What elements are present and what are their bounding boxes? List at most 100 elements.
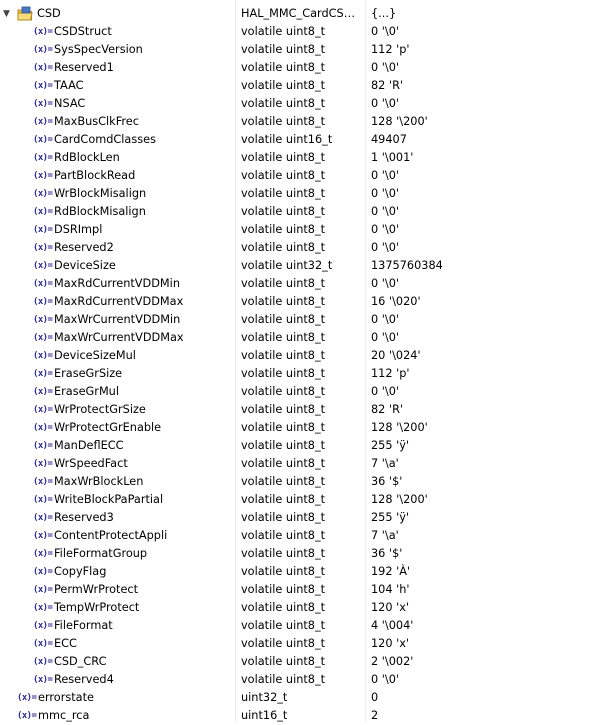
variable-value[interactable]: 192 'À' — [371, 563, 591, 581]
variable-value[interactable]: 36 '$' — [371, 545, 591, 563]
tree-row-field[interactable]: (x)= TAAC volatile uint8_t 82 'R' — [0, 77, 598, 95]
variable-type: volatile uint8_t — [241, 295, 326, 308]
tree-row-field[interactable]: (x)= Reserved3 volatile uint8_t 255 'ÿ' — [0, 509, 598, 527]
tree-row-variable[interactable]: (x)= errorstate uint32_t 0 — [0, 689, 598, 707]
variable-type: volatile uint8_t — [241, 151, 326, 164]
variable-value[interactable]: 0 '\0' — [371, 167, 591, 185]
variable-icon: (x)= — [33, 477, 53, 487]
variable-name: Reserved4 — [54, 673, 114, 686]
tree-row-field[interactable]: (x)= Reserved4 volatile uint8_t 0 '\0' — [0, 671, 598, 689]
tree-row-field[interactable]: (x)= PermWrProtect volatile uint8_t 104 'h' — [0, 581, 598, 599]
tree-row-field[interactable]: (x)= PartBlockRead volatile uint8_t 0 '\0' — [0, 167, 598, 185]
variable-value[interactable]: 0 '\0' — [371, 671, 591, 689]
variable-value[interactable]: 0 '\0' — [371, 275, 591, 293]
variable-icon: (x)= — [33, 621, 53, 631]
variable-value[interactable]: 128 '\200' — [371, 419, 591, 437]
variable-value[interactable]: 0 '\0' — [371, 383, 591, 401]
variable-type: volatile uint8_t — [241, 349, 326, 362]
variable-type: volatile uint8_t — [241, 205, 326, 218]
tree-row-field[interactable]: (x)= SysSpecVersion volatile uint8_t 112 'p… — [0, 41, 598, 59]
name-cell: (x)= DeviceSize — [0, 257, 234, 275]
tree-row-field[interactable]: (x)= FileFormatGroup volatile uint8_t 36 '$… — [0, 545, 598, 563]
variable-value[interactable]: 128 '\200' — [371, 113, 591, 131]
variable-value[interactable]: 128 '\200' — [371, 491, 591, 509]
tree-row-csd[interactable]: ▼ CSD HAL_MMC_CardCSD... {...} — [0, 5, 598, 23]
variable-value[interactable]: 112 'p' — [371, 41, 591, 59]
tree-row-field[interactable]: (x)= NSAC volatile uint8_t 0 '\0' — [0, 95, 598, 113]
tree-row-variable[interactable]: (x)= mmc_rca uint16_t 2 — [0, 707, 598, 725]
tree-row-field[interactable]: (x)= MaxRdCurrentVDDMax volatile uint8_t 16… — [0, 293, 598, 311]
tree-row-field[interactable]: (x)= Reserved1 volatile uint8_t 0 '\0' — [0, 59, 598, 77]
variable-value[interactable]: 0 '\0' — [371, 221, 591, 239]
variable-value[interactable]: 0 — [371, 689, 591, 707]
tree-row-field[interactable]: (x)= WriteBlockPaPartial volatile uint8_t 1… — [0, 491, 598, 509]
variable-value[interactable]: 4 '\004' — [371, 617, 591, 635]
variable-value[interactable]: 82 'R' — [371, 77, 591, 95]
variable-type: volatile uint32_t — [241, 259, 333, 272]
name-cell: (x)= ManDeflECC — [0, 437, 234, 455]
variable-value[interactable]: {...} — [371, 5, 591, 23]
variable-value[interactable]: 49407 — [371, 131, 591, 149]
variable-icon: (x)= — [33, 657, 53, 667]
tree-row-field[interactable]: (x)= MaxWrBlockLen volatile uint8_t 36 '$' — [0, 473, 598, 491]
tree-row-field[interactable]: (x)= WrProtectGrSize volatile uint8_t 82 'R… — [0, 401, 598, 419]
variable-value[interactable]: 2 — [371, 707, 591, 725]
tree-row-field[interactable]: (x)= CopyFlag volatile uint8_t 192 'À' — [0, 563, 598, 581]
tree-row-field[interactable]: (x)= ManDeflECC volatile uint8_t 255 'ÿ' — [0, 437, 598, 455]
variable-value[interactable]: 1375760384 — [371, 257, 591, 275]
variable-value[interactable]: 2 '\002' — [371, 653, 591, 671]
tree-row-field[interactable]: (x)= MaxWrCurrentVDDMax volatile uint8_t 0 … — [0, 329, 598, 347]
variable-value[interactable]: 7 '\a' — [371, 527, 591, 545]
variable-value[interactable]: 20 '\024' — [371, 347, 591, 365]
tree-row-field[interactable]: (x)= WrProtectGrEnable volatile uint8_t 128… — [0, 419, 598, 437]
name-cell: (x)= WrProtectGrEnable — [0, 419, 234, 437]
variable-name: Reserved2 — [54, 241, 114, 254]
tree-row-field[interactable]: (x)= EraseGrSize volatile uint8_t 112 'p' — [0, 365, 598, 383]
variable-value[interactable]: 16 '\020' — [371, 293, 591, 311]
tree-row-field[interactable]: (x)= RdBlockLen volatile uint8_t 1 '\001' — [0, 149, 598, 167]
variable-icon: (x)= — [33, 279, 53, 289]
variables-tree: ▼ CSD HAL_MMC_CardCSD... {...} (x)= CSDSt… — [0, 0, 598, 722]
variable-value[interactable]: 0 '\0' — [371, 239, 591, 257]
variable-value[interactable]: 0 '\0' — [371, 329, 591, 347]
variable-value[interactable]: 0 '\0' — [371, 23, 591, 41]
name-cell: (x)= MaxWrCurrentVDDMin — [0, 311, 234, 329]
variable-type: volatile uint8_t — [241, 25, 326, 38]
tree-row-field[interactable]: (x)= FileFormat volatile uint8_t 4 '\004' — [0, 617, 598, 635]
variable-value[interactable]: 1 '\001' — [371, 149, 591, 167]
tree-row-field[interactable]: (x)= CSD_CRC volatile uint8_t 2 '\002' — [0, 653, 598, 671]
variable-value[interactable]: 255 'ÿ' — [371, 437, 591, 455]
variable-value[interactable]: 112 'p' — [371, 365, 591, 383]
variable-value[interactable]: 7 '\a' — [371, 455, 591, 473]
tree-row-field[interactable]: (x)= ContentProtectAppli volatile uint8_t 7… — [0, 527, 598, 545]
variable-name: WrBlockMisalign — [54, 187, 147, 200]
tree-row-field[interactable]: (x)= DeviceSize volatile uint32_t 137576038… — [0, 257, 598, 275]
tree-row-field[interactable]: (x)= MaxBusClkFrec volatile uint8_t 128 '\2… — [0, 113, 598, 131]
tree-row-field[interactable]: (x)= WrBlockMisalign volatile uint8_t 0 '\0… — [0, 185, 598, 203]
tree-row-field[interactable]: (x)= TempWrProtect volatile uint8_t 120 'x' — [0, 599, 598, 617]
variable-value[interactable]: 0 '\0' — [371, 311, 591, 329]
variable-value[interactable]: 0 '\0' — [371, 203, 591, 221]
tree-row-field[interactable]: (x)= MaxWrCurrentVDDMin volatile uint8_t 0 … — [0, 311, 598, 329]
tree-row-field[interactable]: (x)= DSRImpl volatile uint8_t 0 '\0' — [0, 221, 598, 239]
variable-value[interactable]: 82 'R' — [371, 401, 591, 419]
tree-row-field[interactable]: (x)= ECC volatile uint8_t 120 'x' — [0, 635, 598, 653]
tree-row-field[interactable]: (x)= Reserved2 volatile uint8_t 0 '\0' — [0, 239, 598, 257]
chevron-down-icon[interactable]: ▼ — [3, 5, 10, 23]
variable-value[interactable]: 0 '\0' — [371, 59, 591, 77]
tree-row-field[interactable]: (x)= WrSpeedFact volatile uint8_t 7 '\a' — [0, 455, 598, 473]
variable-value[interactable]: 120 'x' — [371, 599, 591, 617]
tree-row-field[interactable]: (x)= CSDStruct volatile uint8_t 0 '\0' — [0, 23, 598, 41]
variable-value[interactable]: 104 'h' — [371, 581, 591, 599]
tree-row-field[interactable]: (x)= EraseGrMul volatile uint8_t 0 '\0' — [0, 383, 598, 401]
tree-row-field[interactable]: (x)= CardComdClasses volatile uint16_t 4940… — [0, 131, 598, 149]
tree-row-field[interactable]: (x)= MaxRdCurrentVDDMin volatile uint8_t 0 … — [0, 275, 598, 293]
variable-value[interactable]: 0 '\0' — [371, 185, 591, 203]
tree-row-field[interactable]: (x)= RdBlockMisalign volatile uint8_t 0 '\0… — [0, 203, 598, 221]
variable-icon: (x)= — [33, 369, 53, 379]
variable-value[interactable]: 36 '$' — [371, 473, 591, 491]
variable-value[interactable]: 255 'ÿ' — [371, 509, 591, 527]
variable-value[interactable]: 0 '\0' — [371, 95, 591, 113]
variable-value[interactable]: 120 'x' — [371, 635, 591, 653]
tree-row-field[interactable]: (x)= DeviceSizeMul volatile uint8_t 20 '\02… — [0, 347, 598, 365]
